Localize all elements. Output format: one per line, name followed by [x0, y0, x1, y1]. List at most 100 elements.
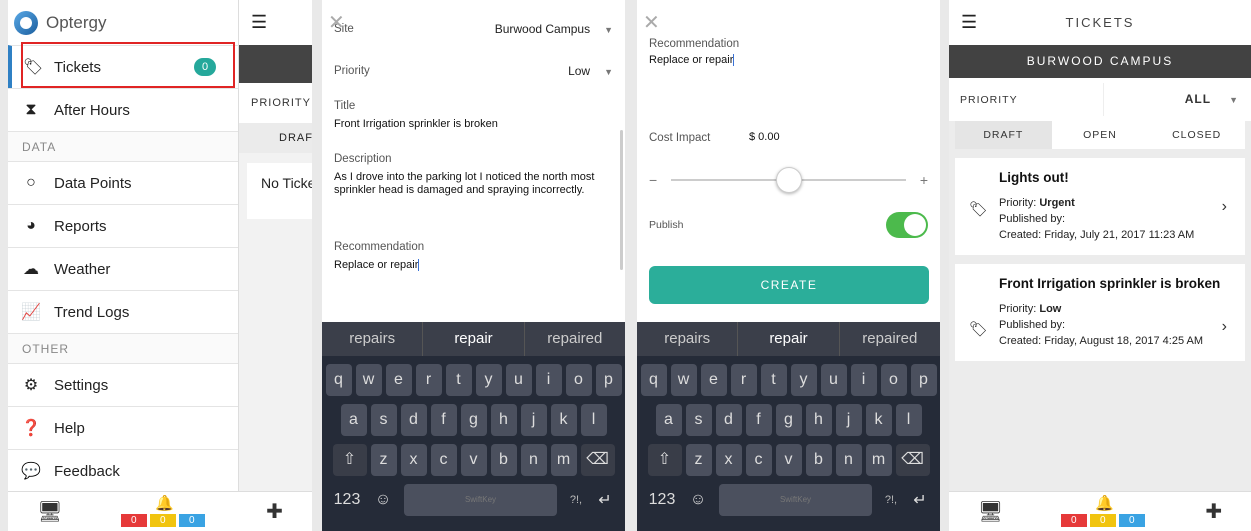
key-d[interactable]: d: [400, 404, 427, 436]
key-u[interactable]: u: [505, 364, 532, 396]
key-e[interactable]: e: [385, 364, 412, 396]
slider-thumb[interactable]: [775, 167, 802, 193]
key-p[interactable]: p: [595, 364, 622, 396]
close-icon[interactable]: ✕: [643, 10, 660, 35]
key-o[interactable]: o: [565, 364, 592, 396]
key-w[interactable]: w: [355, 364, 382, 396]
space-key[interactable]: SwiftKey: [404, 484, 557, 516]
suggestion-right[interactable]: repaired: [840, 322, 940, 356]
alarms-button[interactable]: 🔔 0 0 0: [120, 496, 208, 527]
sidebar-item-weather[interactable]: ☁ Weather: [8, 247, 238, 290]
key-i[interactable]: i: [850, 364, 877, 396]
priority-row[interactable]: Priority Low ▼: [334, 64, 613, 78]
monitor-icon[interactable]: 🖥: [37, 499, 62, 524]
key-k[interactable]: k: [865, 404, 892, 436]
plus-icon[interactable]: ✚: [1205, 499, 1222, 524]
key-f[interactable]: f: [745, 404, 772, 436]
key-y[interactable]: y: [475, 364, 502, 396]
numbers-key[interactable]: 123: [641, 491, 683, 509]
key-h[interactable]: h: [490, 404, 517, 436]
alarms-button[interactable]: 🔔 0 0 0: [1060, 496, 1148, 527]
numbers-key[interactable]: 123: [326, 491, 368, 509]
key-a[interactable]: a: [655, 404, 682, 436]
create-button[interactable]: CREATE: [649, 266, 929, 304]
key-b[interactable]: b: [490, 444, 517, 476]
key-q[interactable]: q: [640, 364, 667, 396]
key-i[interactable]: i: [535, 364, 562, 396]
suggestion-right[interactable]: repaired: [525, 322, 625, 356]
key-k[interactable]: k: [550, 404, 577, 436]
key-x[interactable]: x: [400, 444, 427, 476]
sidebar-item-help[interactable]: ❓ Help: [8, 406, 238, 449]
key-c[interactable]: c: [745, 444, 772, 476]
sidebar-item-reports[interactable]: ◕ Reports: [8, 204, 238, 247]
key-z[interactable]: z: [370, 444, 397, 476]
space-key[interactable]: SwiftKey: [719, 484, 872, 516]
key-n[interactable]: n: [835, 444, 862, 476]
key-r[interactable]: r: [415, 364, 442, 396]
key-h[interactable]: h: [805, 404, 832, 436]
title-input[interactable]: Front Irrigation sprinkler is broken: [334, 118, 613, 131]
key-a[interactable]: a: [340, 404, 367, 436]
tab-closed[interactable]: CLOSED: [1148, 121, 1245, 149]
key-f[interactable]: f: [430, 404, 457, 436]
key-o[interactable]: o: [880, 364, 907, 396]
tab-draft[interactable]: DRAFT: [955, 121, 1052, 149]
key-v[interactable]: v: [460, 444, 487, 476]
close-icon[interactable]: ✕: [328, 10, 345, 35]
description-input[interactable]: As I drove into the parking lot I notice…: [334, 171, 596, 197]
key-w[interactable]: w: [670, 364, 697, 396]
slider-plus-icon[interactable]: +: [920, 172, 928, 188]
sidebar-item-after-hours[interactable]: ⧗ After Hours: [8, 88, 238, 131]
sidebar-item-settings[interactable]: ⚙ Settings: [8, 363, 238, 406]
key-m[interactable]: m: [550, 444, 577, 476]
suggestion-left[interactable]: repairs: [322, 322, 422, 356]
key-l[interactable]: l: [895, 404, 922, 436]
suggestion-middle[interactable]: repair: [422, 322, 525, 356]
recommendation-input[interactable]: Replace or repair: [334, 259, 613, 272]
suggestion-left[interactable]: repairs: [637, 322, 737, 356]
ticket-card[interactable]: 🏷 Front Irrigation sprinkler is broken P…: [955, 264, 1245, 361]
backspace-key[interactable]: ⌫: [895, 444, 930, 476]
tab-draft[interactable]: DRAFT: [239, 123, 312, 153]
ticket-card[interactable]: 🏷 Lights out! Priority: Urgent Published…: [955, 158, 1245, 255]
scrollbar[interactable]: [620, 130, 623, 270]
return-key[interactable]: ↵: [589, 490, 621, 510]
key-u[interactable]: u: [820, 364, 847, 396]
key-m[interactable]: m: [865, 444, 892, 476]
key-j[interactable]: j: [835, 404, 862, 436]
key-g[interactable]: g: [775, 404, 802, 436]
key-n[interactable]: n: [520, 444, 547, 476]
key-b[interactable]: b: [805, 444, 832, 476]
key-x[interactable]: x: [715, 444, 742, 476]
punctuation-key[interactable]: ?!,: [563, 494, 589, 506]
emoji-icon[interactable]: ☺: [368, 491, 398, 509]
key-s[interactable]: s: [685, 404, 712, 436]
return-key[interactable]: ↵: [904, 490, 936, 510]
key-p[interactable]: p: [910, 364, 937, 396]
hamburger-menu-icon[interactable]: ☰: [961, 12, 977, 33]
sidebar-item-data-points[interactable]: ○ Data Points: [8, 161, 238, 204]
key-r[interactable]: r: [730, 364, 757, 396]
key-z[interactable]: z: [685, 444, 712, 476]
key-d[interactable]: d: [715, 404, 742, 436]
priority-select[interactable]: ALL ▼: [1103, 83, 1251, 116]
priority-select[interactable]: Low: [568, 64, 590, 78]
tab-open[interactable]: OPEN: [1052, 121, 1149, 149]
key-t[interactable]: t: [760, 364, 787, 396]
key-v[interactable]: v: [775, 444, 802, 476]
key-j[interactable]: j: [520, 404, 547, 436]
key-s[interactable]: s: [370, 404, 397, 436]
hamburger-menu-icon[interactable]: ☰: [239, 0, 312, 45]
slider-minus-icon[interactable]: −: [649, 172, 657, 188]
shift-key[interactable]: ⇧: [332, 444, 367, 476]
sidebar-item-tickets[interactable]: 🏷 Tickets 0: [8, 45, 238, 88]
recommendation-input[interactable]: Replace or repair: [649, 54, 928, 67]
key-l[interactable]: l: [580, 404, 607, 436]
shift-key[interactable]: ⇧: [647, 444, 682, 476]
sidebar-item-feedback[interactable]: 💬 Feedback: [8, 449, 238, 492]
key-q[interactable]: q: [325, 364, 352, 396]
key-t[interactable]: t: [445, 364, 472, 396]
publish-toggle[interactable]: [886, 212, 928, 238]
key-e[interactable]: e: [700, 364, 727, 396]
